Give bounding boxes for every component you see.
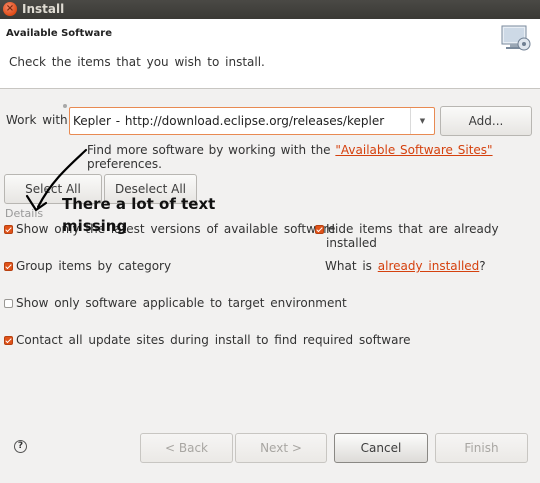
target-environment-checkbox[interactable] <box>4 299 13 308</box>
finish-button[interactable]: Finish <box>435 433 528 463</box>
group-by-category-label[interactable]: Group items by category <box>16 259 171 273</box>
hide-installed-checkbox[interactable] <box>315 225 324 234</box>
cancel-button[interactable]: Cancel <box>334 433 428 463</box>
help-icon[interactable]: ? <box>14 440 27 453</box>
target-environment-label[interactable]: Show only software applicable to target … <box>16 296 347 310</box>
work-with-value[interactable]: Kepler - http://download.eclipse.org/rel… <box>73 114 384 128</box>
already-installed-link[interactable]: already installed <box>378 259 480 273</box>
chevron-down-icon[interactable]: ▼ <box>410 108 434 134</box>
what-is-prefix: What is <box>325 259 378 273</box>
annotation-line-2: missing <box>62 217 128 235</box>
back-button[interactable]: < Back <box>140 433 233 463</box>
required-indicator <box>63 104 67 108</box>
close-icon[interactable]: × <box>3 2 17 16</box>
find-more-prefix: Find more software by working with the <box>87 143 336 157</box>
add-site-button[interactable]: Add... <box>440 106 532 136</box>
work-with-combo[interactable]: Kepler - http://download.eclipse.org/rel… <box>69 107 435 135</box>
contact-update-sites-checkbox[interactable] <box>4 336 13 345</box>
install-wizard-icon <box>501 25 531 51</box>
find-more-text: Find more software by working with the "… <box>87 143 540 171</box>
show-latest-checkbox[interactable] <box>4 225 13 234</box>
what-is-suffix: ? <box>479 259 486 273</box>
contact-update-sites-label[interactable]: Contact all update sites during install … <box>16 333 411 347</box>
find-more-suffix: preferences. <box>87 157 162 171</box>
window-title: Install <box>22 2 65 16</box>
annotation-line-1: There a lot of text <box>62 195 216 213</box>
wizard-header: Available Software Check the items that … <box>0 19 540 89</box>
page-title: Available Software <box>6 28 113 39</box>
hide-installed-label[interactable]: Hide items that are already installed <box>326 222 540 250</box>
what-is-installed-text: What is already installed? <box>325 259 486 273</box>
page-description: Check the items that you wish to install… <box>9 55 265 69</box>
annotation-text: There a lot of text missing <box>62 193 222 237</box>
window-titlebar: × Install <box>0 0 540 19</box>
next-button[interactable]: Next > <box>235 433 327 463</box>
work-with-label: Work with: <box>6 113 72 127</box>
details-label: Details <box>5 207 44 220</box>
available-software-sites-link[interactable]: "Available Software Sites" <box>335 143 492 157</box>
group-by-category-checkbox[interactable] <box>4 262 13 271</box>
